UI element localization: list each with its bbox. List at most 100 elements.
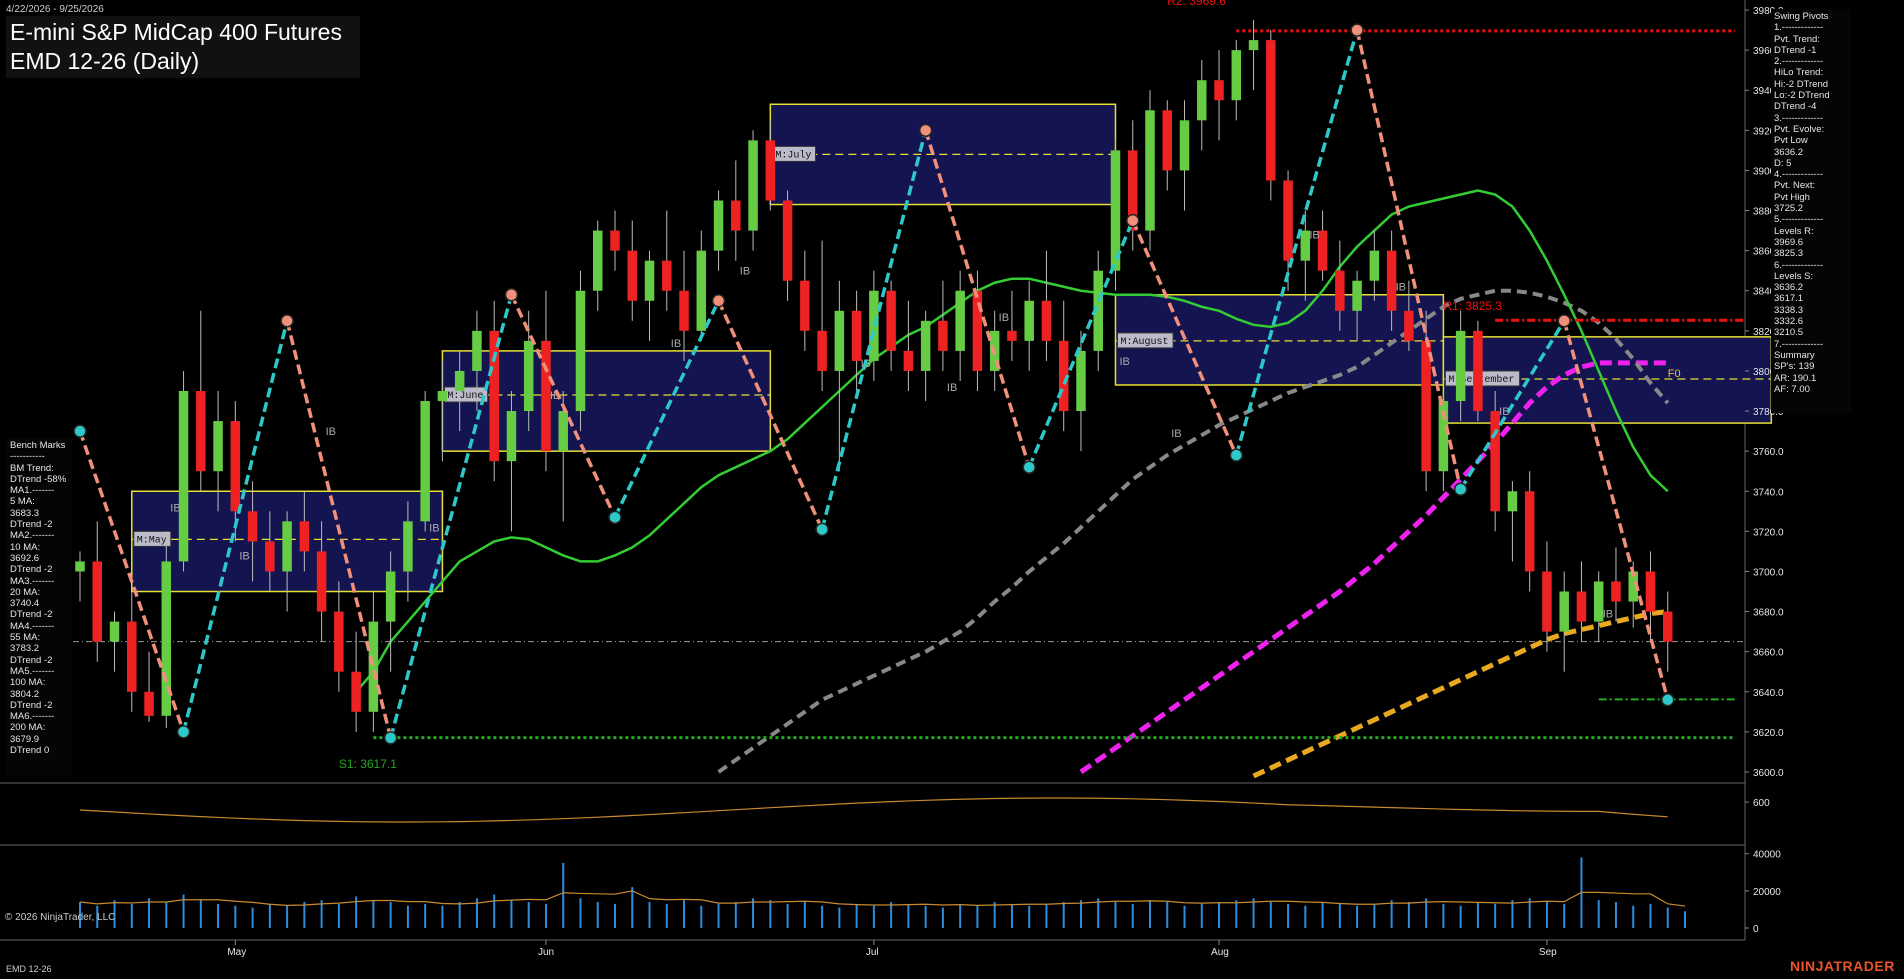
candle-body (282, 521, 292, 572)
swing-pivot-line: Levels S: (1774, 270, 1814, 282)
swing-pivot-line: 3617.1 (1774, 293, 1804, 305)
candle-body (265, 541, 275, 572)
candle-body (1197, 80, 1207, 121)
candle-body (1145, 110, 1155, 231)
chart-subtitle: EMD 12-26 (Daily) (10, 48, 200, 74)
candle-body (851, 310, 862, 361)
candle-body (1421, 340, 1431, 472)
candle-body (1007, 330, 1017, 341)
candle-body (1335, 270, 1345, 311)
bench-mark-line: MA4.------- (10, 620, 55, 632)
candle-body (1559, 591, 1569, 632)
swing-pivot-line: 3.------------- (1774, 112, 1824, 124)
ib-marker: IB (1603, 609, 1613, 621)
price-tick-label: 3620.0 (1753, 728, 1784, 739)
month-label: May (227, 947, 246, 958)
swing-pivot-line: Swing Pivots (1774, 11, 1829, 22)
price-tick-label: 3700.0 (1753, 567, 1784, 578)
bench-mark-line: 200 MA: (10, 722, 46, 734)
bench-mark-line: DTrend -2 (10, 609, 53, 621)
candle-body (109, 621, 120, 642)
month-label: Jul (866, 947, 879, 958)
candle-body (1386, 250, 1397, 311)
volume-tick-label: 20000 (1753, 887, 1781, 898)
price-tick-label: 3600.0 (1753, 768, 1784, 779)
instrument-label: EMD 12-26 (6, 964, 52, 974)
candle-body (506, 411, 517, 462)
chart-title: E-mini S&P MidCap 400 Futures (10, 19, 342, 45)
candle-body (1076, 350, 1086, 412)
swing-pivot-dot (711, 294, 726, 308)
bench-mark-line: 3683.3 (10, 507, 40, 519)
swing-pivot-dot (1557, 314, 1571, 328)
candle-body (1352, 280, 1362, 311)
swing-pivots-panel: Swing Pivots 1.------------- Pvt. Trend: DT… (1771, 9, 1851, 413)
price-tick-label: 3760.0 (1753, 447, 1784, 458)
ib-marker: IB (1171, 428, 1181, 440)
f0-marker: F0 (1668, 368, 1681, 380)
candle-body (1611, 581, 1621, 602)
candle-body (489, 330, 499, 462)
candle-body (351, 671, 361, 712)
ib-marker: IB (947, 382, 957, 394)
candle-body (178, 391, 189, 562)
swing-pivot-dot (504, 288, 519, 302)
ib-marker: IB (1119, 356, 1129, 368)
swing-pivot-line: 3338.3 (1774, 304, 1804, 316)
candle-body (920, 320, 931, 371)
swing-pivot-dot (918, 123, 933, 138)
candle-body (713, 200, 724, 251)
swing-pivot-dot (1350, 23, 1364, 37)
bench-mark-line: DTrend -2 (10, 519, 53, 531)
swing-pivot-line: Summary (1774, 349, 1815, 361)
ib-marker: IB (740, 266, 750, 278)
bench-mark-line: 10 MA: (10, 541, 41, 553)
candle-body (299, 521, 310, 552)
bench-mark-line: 3679.9 (10, 733, 40, 745)
swing-pivot-line: Levels R: (1774, 225, 1814, 237)
candle-body (955, 290, 965, 351)
candle-body (1231, 50, 1242, 101)
ib-marker: IB (170, 502, 180, 514)
candle-body (1041, 300, 1052, 341)
swing-pivot-line: Lo:-2 DTrend (1774, 90, 1830, 102)
bench-mark-line: 3692.6 (10, 552, 40, 564)
candle-body (1214, 80, 1224, 101)
candle-body (575, 290, 586, 412)
swing-pivot-dot (1453, 482, 1468, 497)
candle-body (1266, 40, 1276, 181)
candle-body (731, 200, 741, 231)
candle-body (334, 611, 344, 672)
candle-body (834, 310, 845, 371)
swing-pivot-line: 7.------------- (1774, 338, 1824, 350)
candle-body (1455, 330, 1466, 402)
ib-marker: IB (999, 312, 1009, 324)
bench-mark-line: 100 MA: (10, 677, 46, 689)
ma100-line (1079, 360, 1668, 775)
candle-body (817, 330, 827, 371)
bench-mark-line: 3740.4 (10, 598, 40, 610)
swing-pivot-dot (1022, 460, 1036, 474)
swing-pivot-dot (815, 522, 829, 537)
swing-pivot-line: 3825.3 (1774, 248, 1804, 260)
bench-mark-line: MA6.------- (10, 711, 55, 723)
price-chart[interactable]: M:MayM:JuneM:JulyM:AugustM:September R2:… (0, 0, 1904, 979)
candle-body (403, 521, 413, 572)
vwap-box-label: M:July (775, 149, 811, 161)
ib-marker: IB (429, 522, 439, 534)
month-label: Aug (1211, 947, 1229, 958)
copyright: © 2026 NinjaTrader, LLC (5, 912, 116, 923)
osc-tick-label: 600 (1753, 798, 1770, 809)
swing-pivot-line: DTrend -1 (1774, 44, 1817, 56)
s1-label: S1: 3617.1 (339, 757, 397, 771)
ib-marker: IB (239, 550, 249, 562)
candle-body (696, 250, 707, 331)
bench-mark-line: DTrend -2 (10, 564, 53, 576)
vwap-box-label: M:June (447, 391, 483, 402)
candle-body (437, 391, 448, 402)
candle-body (213, 421, 223, 472)
ib-marker: IB (1396, 282, 1406, 294)
month-label: Sep (1539, 947, 1557, 958)
swing-pivot-dot (73, 424, 87, 438)
candle-body (230, 421, 241, 512)
